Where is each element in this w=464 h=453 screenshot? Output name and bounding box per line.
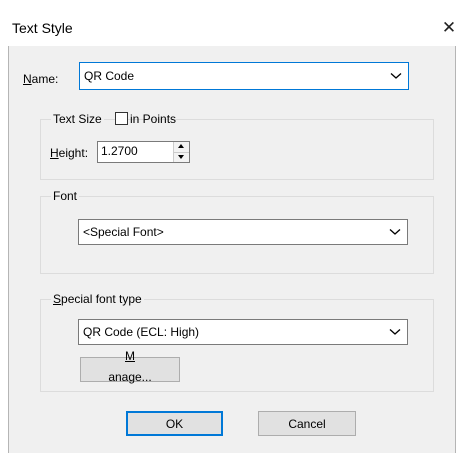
font-group-title: Font [51,189,80,203]
special-font-title-text: Special font type [53,292,142,306]
arrow-down-icon [178,155,184,159]
manage-button[interactable]: Manage... [80,348,180,384]
name-label: Name: [23,72,58,86]
name-value: QR Code [84,69,135,83]
text-size-group-title: Text Size [51,112,104,126]
in-points-label: in Points [130,112,177,126]
manage-button-label: Manage... [108,348,152,384]
height-spinbox[interactable]: 1.2700 [97,141,190,163]
close-icon[interactable]: ✕ [437,16,461,40]
font-value: <Special Font> [83,225,164,239]
dialog-title: Text Style [12,20,73,36]
cancel-button[interactable]: Cancel [258,411,356,436]
in-points-checkbox[interactable] [115,112,128,125]
text-size-title-text: Text Size [53,112,102,126]
spin-up-button[interactable] [174,142,189,151]
height-value: 1.2700 [101,144,138,158]
special-font-value: QR Code (ECL: High) [83,325,200,339]
name-combobox[interactable]: QR Code [79,62,409,90]
title-bar: Text Style ✕ [0,0,464,46]
window-border-right [455,46,456,453]
font-combobox[interactable]: <Special Font> [78,219,408,245]
height-label: Height: [50,146,89,160]
chevron-down-icon [390,73,402,79]
special-font-combobox[interactable]: QR Code (ECL: High) [78,319,408,345]
chevron-down-icon [389,329,401,335]
special-font-group-title: Special font type [51,292,144,306]
height-spin-buttons [173,142,189,162]
dialog-body: Name: QR Code Text Size in Points Height… [9,46,455,453]
cancel-button-label: Cancel [288,416,326,431]
ok-button-label: OK [165,416,184,431]
ok-button[interactable]: OK [126,411,223,436]
name-label-text: Name: [23,72,59,86]
chevron-down-icon [389,229,401,235]
spin-down-button[interactable] [174,152,189,162]
arrow-up-icon [178,144,184,148]
